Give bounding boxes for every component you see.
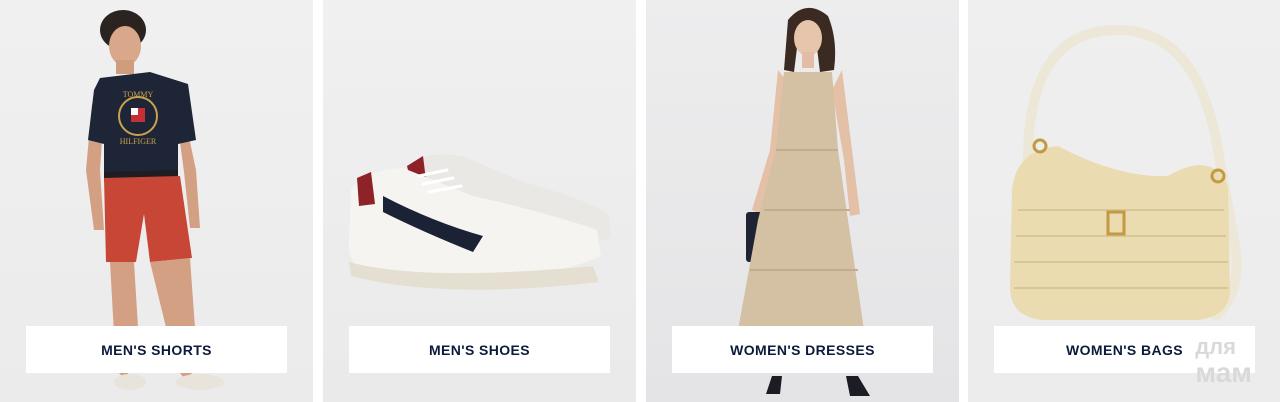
womens-bags-button[interactable]: WOMEN'S BAGS [994, 326, 1255, 373]
mens-shoes-button[interactable]: MEN'S SHOES [349, 326, 610, 373]
womens-bags-label: WOMEN'S BAGS [1065, 341, 1184, 358]
tshirt-print-top: TOMMY [123, 90, 154, 99]
mens-shoes-label: MEN'S SHOES [428, 341, 531, 358]
category-tile-womens-dresses[interactable]: WOMEN'S DRESSES [646, 0, 959, 402]
mens-shorts-button[interactable]: MEN'S SHORTS [26, 326, 287, 373]
category-tile-mens-shoes[interactable]: MEN'S SHOES [323, 0, 636, 402]
category-grid: TOMMY HILFIGER MEN'S SHORTS MEN'S SHOES … [0, 0, 1280, 402]
womens-dresses-button[interactable]: WOMEN'S DRESSES [672, 326, 933, 373]
womens-dresses-label: WOMEN'S DRESSES [730, 341, 875, 358]
tshirt-print-bottom: HILFIGER [120, 137, 157, 146]
mens-shorts-label: MEN'S SHORTS [101, 341, 212, 358]
category-tile-mens-shorts[interactable]: TOMMY HILFIGER MEN'S SHORTS [0, 0, 313, 402]
category-tile-womens-bags[interactable]: WOMEN'S BAGS [968, 0, 1280, 402]
